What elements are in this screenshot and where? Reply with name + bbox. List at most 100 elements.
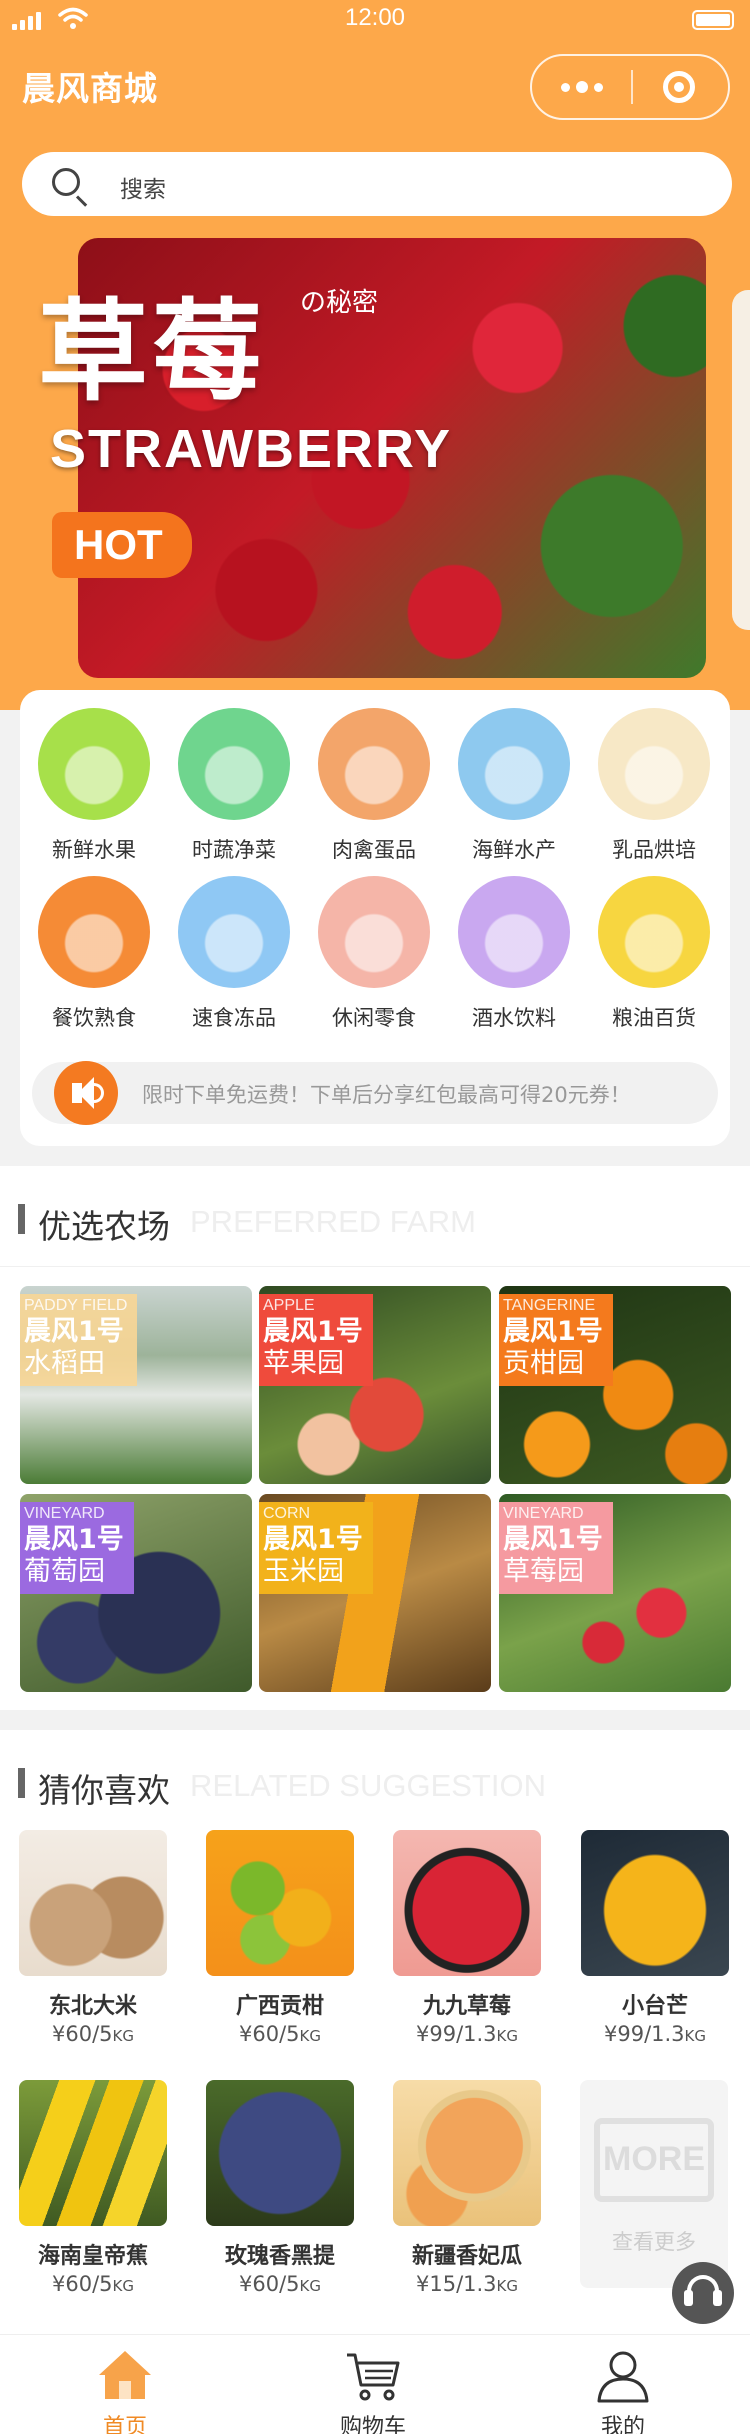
product-card[interactable]: 广西贡柑 ¥60/5KG <box>205 1830 355 2046</box>
farm-tag: VINEYARD 晨风1号 葡萄园 <box>20 1502 134 1594</box>
product-name: 新疆香妃瓜 <box>411 2244 522 2269</box>
tab-cart[interactable]: 购物车 <box>283 2335 463 2434</box>
home-icon <box>99 2351 151 2399</box>
tab-home-label: 首页 <box>102 2415 147 2434</box>
suggestion-section-title: 猜你喜欢 <box>38 1771 170 1810</box>
tab-profile[interactable]: 我的 <box>533 2335 713 2434</box>
product-card[interactable]: 海南皇帝蕉 ¥60/5KG <box>18 2080 168 2296</box>
speaker-icon <box>54 1061 118 1125</box>
category-image <box>318 876 430 988</box>
product-price-unit: KG <box>684 2027 707 2045</box>
product-price: ¥60/5KG <box>205 2272 355 2296</box>
category-item[interactable]: 肉禽蛋品 <box>314 708 434 864</box>
view-more-button[interactable]: MORE 查看更多 <box>580 2080 728 2288</box>
product-price-value: ¥99/1.3 <box>603 2022 685 2046</box>
category-label: 海鲜水产 <box>472 838 556 862</box>
farm-tag-name: 晨风1号 <box>24 1316 124 1347</box>
product-image <box>581 1830 729 1976</box>
category-item[interactable]: 酒水饮料 <box>454 876 574 1032</box>
product-card[interactable]: 玫瑰香黑提 ¥60/5KG <box>205 2080 355 2296</box>
category-label: 休闲零食 <box>332 1006 416 1030</box>
product-price-unit: KG <box>299 2277 321 2295</box>
category-label: 速食冻品 <box>192 1006 276 1030</box>
farm-tag-en: PADDY FIELD <box>24 1297 128 1314</box>
category-image <box>178 708 290 820</box>
more-box: MORE <box>594 2118 714 2202</box>
product-image <box>393 1830 541 1976</box>
mini-program-capsule <box>530 54 730 120</box>
farm-tag: CORN 晨风1号 玉米园 <box>259 1502 373 1594</box>
product-price-value: ¥60/5 <box>52 2022 113 2046</box>
farm-tag-sub: 苹果园 <box>263 1348 344 1379</box>
product-image <box>19 1830 167 1976</box>
product-image <box>206 2080 354 2226</box>
category-image <box>598 708 710 820</box>
section-marker <box>18 1204 25 1234</box>
farm-card[interactable]: APPLE 晨风1号 苹果园 <box>259 1286 491 1484</box>
tab-home[interactable]: 首页 <box>35 2335 215 2434</box>
farm-tag: TANGERINE 晨风1号 贡柑园 <box>499 1294 613 1386</box>
category-item[interactable]: 速食冻品 <box>174 876 294 1032</box>
suggestion-section-title-en: RELATED SUGGESTION <box>190 1768 546 1803</box>
notice-bar[interactable]: 限时下单免运费！下单后分享红包最高可得20元券！ <box>32 1061 718 1125</box>
category-item[interactable]: 休闲零食 <box>314 876 434 1032</box>
status-time: 12:00 <box>344 4 406 31</box>
product-name: 海南皇帝蕉 <box>37 2244 148 2269</box>
search-bar[interactable]: 搜索 <box>22 152 732 216</box>
view-more-label: 查看更多 <box>612 2230 696 2254</box>
farm-tag-en: VINEYARD <box>503 1505 584 1522</box>
farm-card[interactable]: CORN 晨风1号 玉米园 <box>259 1494 491 1692</box>
product-card[interactable]: 东北大米 ¥60/5KG <box>18 1830 168 2046</box>
more-icon[interactable] <box>532 56 631 118</box>
product-card[interactable]: 小台芒 ¥99/1.3KG <box>580 1830 730 2046</box>
capsule-divider <box>631 70 633 104</box>
product-price: ¥99/1.3KG <box>580 2022 730 2046</box>
product-name: 玫瑰香黑提 <box>224 2244 335 2269</box>
farm-tag-name: 晨风1号 <box>503 1524 603 1555</box>
divider <box>0 1266 750 1267</box>
category-label: 时蔬净菜 <box>192 838 276 862</box>
category-image <box>458 876 570 988</box>
product-price-unit: KG <box>112 2277 134 2295</box>
farm-tag-name: 晨风1号 <box>503 1316 603 1347</box>
category-label: 餐饮熟食 <box>52 1006 136 1030</box>
product-card[interactable]: 九九草莓 ¥99/1.3KG <box>392 1830 542 2046</box>
product-image <box>19 2080 167 2226</box>
banner-english-title: STRAWBERRY <box>50 419 453 479</box>
product-card[interactable]: 新疆香妃瓜 ¥15/1.3KG <box>392 2080 542 2296</box>
category-image <box>178 876 290 988</box>
farm-tag-sub: 草莓园 <box>503 1556 584 1587</box>
banner-next-peek[interactable] <box>732 290 750 630</box>
farm-tag-sub: 玉米园 <box>263 1556 344 1587</box>
product-price-unit: KG <box>112 2027 134 2045</box>
user-icon <box>597 2351 649 2403</box>
farm-tag-en: CORN <box>263 1505 311 1522</box>
farm-card[interactable]: PADDY FIELD 晨风1号 水稻田 <box>20 1286 252 1484</box>
product-image <box>393 2080 541 2226</box>
category-item[interactable]: 餐饮熟食 <box>34 876 154 1032</box>
farm-card[interactable]: VINEYARD 晨风1号 葡萄园 <box>20 1494 252 1692</box>
farm-tag: PADDY FIELD 晨风1号 水稻田 <box>20 1294 138 1386</box>
category-item[interactable]: 时蔬净菜 <box>174 708 294 864</box>
farm-tag-sub: 贡柑园 <box>503 1348 584 1379</box>
category-item[interactable]: 乳品烘培 <box>594 708 714 864</box>
status-bar: 12:00 <box>0 0 750 40</box>
category-item[interactable]: 新鲜水果 <box>34 708 154 864</box>
search-icon <box>52 168 80 196</box>
category-image <box>38 876 150 988</box>
farm-card[interactable]: TANGERINE 晨风1号 贡柑园 <box>499 1286 731 1484</box>
farm-card[interactable]: VINEYARD 晨风1号 草莓园 <box>499 1494 731 1692</box>
product-name: 小台芒 <box>621 1994 688 2019</box>
close-target-icon[interactable] <box>663 71 695 103</box>
cart-icon <box>347 2353 400 2401</box>
category-item[interactable]: 海鲜水产 <box>454 708 574 864</box>
banner-title: 草莓 <box>38 287 266 416</box>
section-marker <box>18 1768 25 1798</box>
product-price: ¥60/5KG <box>205 2022 355 2046</box>
product-price: ¥99/1.3KG <box>392 2022 542 2046</box>
product-name: 九九草莓 <box>422 1994 511 2019</box>
category-item[interactable]: 粮油百货 <box>594 876 714 1032</box>
farm-tag-name: 晨风1号 <box>24 1524 124 1555</box>
customer-service-icon[interactable] <box>672 2262 734 2324</box>
product-price: ¥60/5KG <box>18 2272 168 2296</box>
